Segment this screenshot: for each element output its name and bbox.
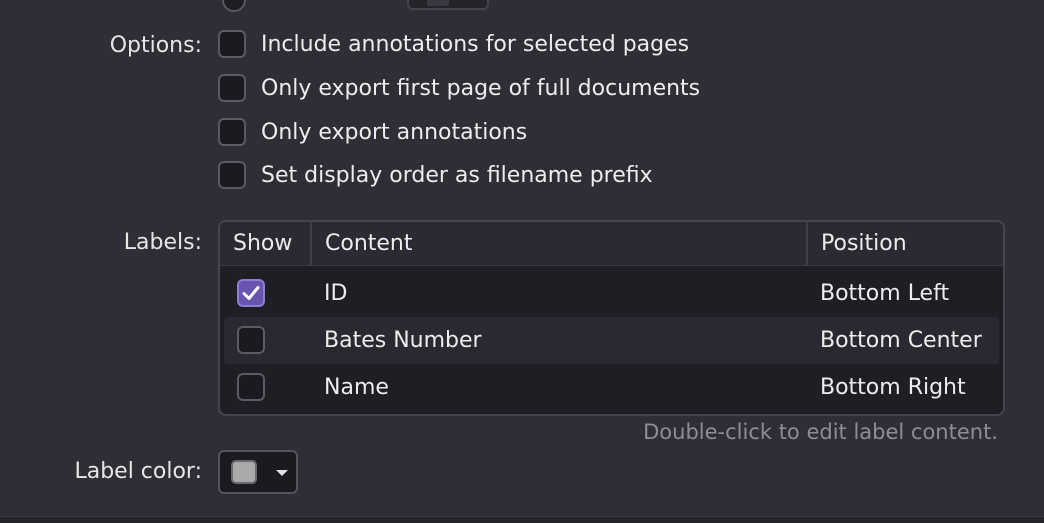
previous-section-remnants — [0, 0, 1044, 12]
option-annotations-only[interactable]: Only export annotations — [218, 118, 527, 146]
partial-radio-button[interactable] — [222, 0, 246, 12]
show-checkbox[interactable] — [237, 279, 265, 307]
label-color-label: Label color: — [74, 459, 202, 484]
option-checkbox[interactable] — [218, 74, 246, 102]
table-row[interactable]: Bates Number Bottom Center — [224, 317, 999, 364]
table-row[interactable]: ID Bottom Left — [224, 270, 999, 317]
column-header-content[interactable]: Content — [312, 222, 808, 265]
option-label: Set display order as filename prefix — [261, 162, 653, 188]
chevron-down-icon — [276, 470, 288, 476]
label-content-cell[interactable]: ID — [324, 270, 347, 317]
label-position-cell[interactable]: Bottom Left — [820, 270, 949, 317]
option-checkbox[interactable] — [218, 30, 246, 58]
option-label: Include annotations for selected pages — [261, 31, 690, 57]
option-label: Only export annotations — [261, 119, 528, 145]
label-content-cell[interactable]: Name — [324, 364, 389, 411]
label-color-picker[interactable] — [218, 450, 298, 494]
table-row[interactable]: Name Bottom Right — [224, 364, 999, 411]
option-checkbox[interactable] — [218, 161, 246, 189]
table-header: Show Content Position — [220, 222, 1003, 266]
partial-input-field[interactable] — [407, 0, 489, 10]
color-swatch — [231, 460, 257, 484]
column-header-position[interactable]: Position — [808, 222, 1003, 265]
column-header-show[interactable]: Show — [220, 222, 312, 265]
option-label: Only export first page of full documents — [261, 75, 701, 101]
labels-table[interactable]: Show Content Position ID Bottom Left Bat… — [218, 220, 1005, 416]
labels-label: Labels: — [123, 230, 202, 255]
option-checkbox[interactable] — [218, 118, 246, 146]
label-position-cell[interactable]: Bottom Center — [820, 317, 982, 364]
option-display-order-prefix[interactable]: Set display order as filename prefix — [218, 161, 653, 189]
label-content-cell[interactable]: Bates Number — [324, 317, 482, 364]
label-position-cell[interactable]: Bottom Right — [820, 364, 966, 411]
show-checkbox[interactable] — [237, 326, 265, 354]
option-first-page-only[interactable]: Only export first page of full documents — [218, 74, 700, 102]
options-label: Options: — [109, 33, 202, 58]
checkmark-icon — [242, 286, 260, 300]
option-include-annotations[interactable]: Include annotations for selected pages — [218, 30, 689, 58]
edit-hint: Double-click to edit label content. — [643, 420, 998, 444]
show-checkbox[interactable] — [237, 373, 265, 401]
